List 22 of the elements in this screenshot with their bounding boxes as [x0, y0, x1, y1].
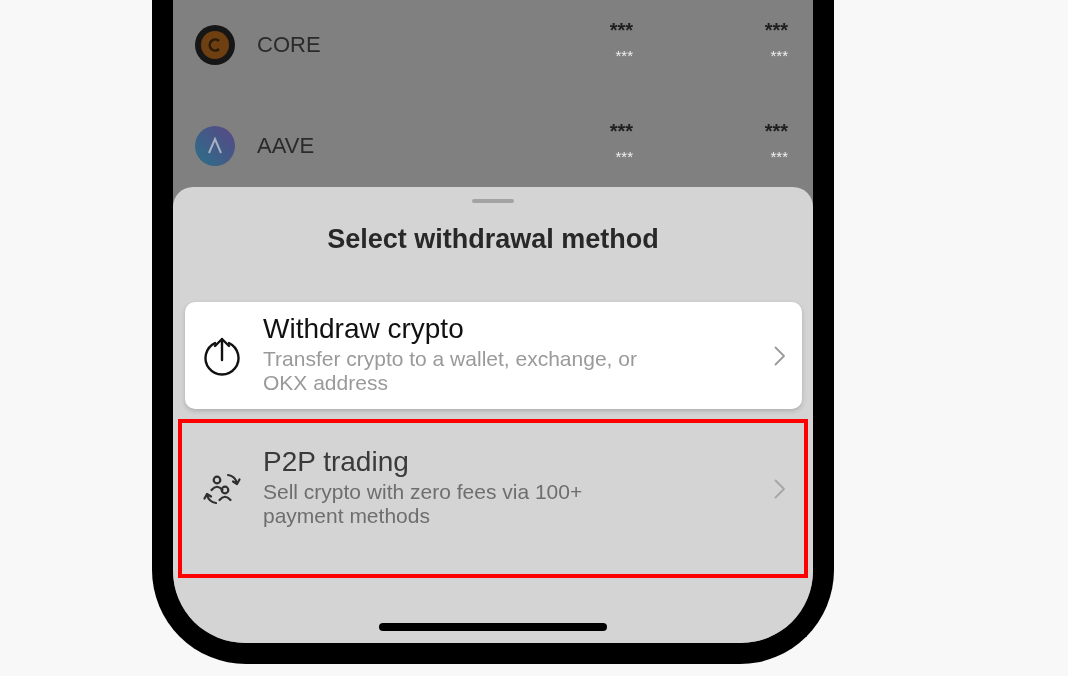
masked-balance: *** [764, 121, 788, 141]
masked-balance: *** [609, 121, 633, 141]
method-title: P2P trading [263, 445, 409, 478]
drag-handle[interactable] [472, 199, 514, 203]
masked-value: *** [615, 48, 633, 63]
coin-icon [195, 126, 235, 166]
masked-balance: *** [764, 20, 788, 40]
method-description: Transfer crypto to a wallet, exchange, or OKX address [263, 346, 638, 395]
coin-name: CORE [257, 32, 321, 58]
sheet-title: Select withdrawal method [327, 224, 659, 254]
coin-name: AAVE [257, 133, 315, 159]
masked-value: *** [770, 149, 788, 164]
arrow-up-circle-icon [202, 335, 242, 376]
method-card[interactable]: Withdraw crypto Transfer crypto to a wallet, exchange, or OKX address [185, 302, 802, 409]
masked-balance: *** [609, 20, 633, 40]
masked-value: *** [770, 48, 788, 63]
coin-icon [195, 25, 235, 65]
chevron-right-icon [774, 345, 786, 366]
chevron-right-icon [774, 478, 786, 499]
method-description: Sell crypto with zero fees via 100+ payment methods [263, 479, 584, 528]
method-title: Withdraw crypto [263, 312, 464, 345]
masked-value: *** [615, 149, 633, 164]
